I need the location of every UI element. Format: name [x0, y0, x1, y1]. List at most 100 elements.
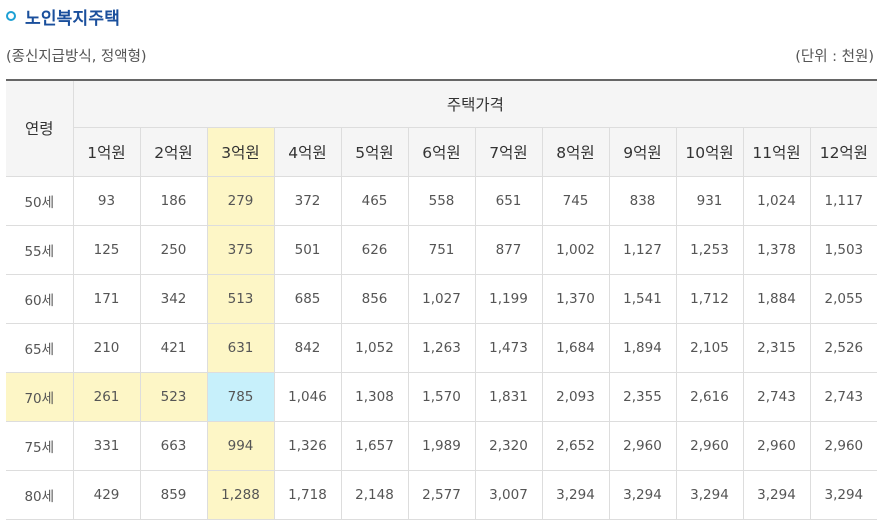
amount-cell: 1,027 — [407, 273, 476, 324]
amount-cell: 877 — [474, 224, 543, 275]
amount-cell: 342 — [139, 273, 208, 324]
circle-bullet-icon — [6, 11, 16, 21]
amount-cell: 1,884 — [742, 273, 811, 324]
amount-cell: 429 — [72, 469, 141, 520]
amount-cell: 372 — [273, 175, 342, 226]
amount-cell: 279 — [206, 175, 275, 226]
amount-cell: 2,105 — [675, 322, 744, 373]
amount-cell: 523 — [139, 371, 208, 422]
price-column-header: 1억원 — [73, 126, 141, 177]
amount-cell: 1,570 — [407, 371, 476, 422]
amount-cell: 1,718 — [273, 469, 342, 520]
amount-cell: 931 — [675, 175, 744, 226]
amount-cell: 1,989 — [407, 420, 476, 471]
amount-cell: 171 — [72, 273, 141, 324]
amount-cell: 1,894 — [608, 322, 677, 373]
amount-cell: 1,712 — [675, 273, 744, 324]
price-column-header: 4억원 — [273, 126, 342, 177]
amount-cell: 1,378 — [742, 224, 811, 275]
price-column-headers: 1억원 2억원 3억원 4억원 5억원 6억원 7억원 8억원 9억원 10억원 11억원 12억원 — [6, 126, 878, 177]
price-column-header: 2억원 — [139, 126, 208, 177]
amount-cell: 663 — [139, 420, 208, 471]
table-body: 50세 93 186 279 372 465 558 651 745 838 931 1,024 1,1… — [6, 175, 878, 520]
amount-cell: 1,503 — [809, 224, 878, 275]
amount-cell: 1,684 — [541, 322, 610, 373]
table-row: 75세 331 663 994 1,326 1,657 1,989 2,320 2,652 2,9… — [6, 420, 878, 471]
amount-cell: 1,253 — [675, 224, 744, 275]
age-cell: 55세 — [6, 224, 74, 275]
amount-cell: 1,657 — [340, 420, 409, 471]
amount-cell: 513 — [206, 273, 275, 324]
table-row: 55세 125 250 375 501 626 751 877 1,002 1,127 1,253 1… — [6, 224, 878, 275]
age-column-header: 연령 — [6, 80, 74, 177]
amount-cell: 1,052 — [340, 322, 409, 373]
amount-cell: 785 — [206, 371, 275, 422]
amount-cell: 3,294 — [541, 469, 610, 520]
price-column-header: 9억원 — [608, 126, 677, 177]
amount-cell: 558 — [407, 175, 476, 226]
amount-cell: 2,960 — [675, 420, 744, 471]
amount-cell: 2,577 — [407, 469, 476, 520]
amount-cell: 685 — [273, 273, 342, 324]
amount-cell: 2,960 — [809, 420, 878, 471]
amount-cell: 1,199 — [474, 273, 543, 324]
amount-cell: 626 — [340, 224, 409, 275]
amount-cell: 1,541 — [608, 273, 677, 324]
amount-cell: 2,743 — [809, 371, 878, 422]
amount-cell: 331 — [72, 420, 141, 471]
amount-cell: 1,370 — [541, 273, 610, 324]
amount-cell: 3,294 — [742, 469, 811, 520]
table-row: 50세 93 186 279 372 465 558 651 745 838 931 1,024 1,1… — [6, 175, 878, 226]
amount-cell: 2,743 — [742, 371, 811, 422]
price-column-header: 7억원 — [474, 126, 543, 177]
amount-cell: 745 — [541, 175, 610, 226]
amount-cell: 1,263 — [407, 322, 476, 373]
section-header: 노인복지주택 — [6, 4, 120, 29]
amount-cell: 2,652 — [541, 420, 610, 471]
pension-amount-table: 연령 주택가격 1억원 2억원 3억원 4억원 5억원 6억원 7억원 8억원 9억원 10억원 1… — [6, 79, 878, 520]
amount-cell: 375 — [206, 224, 275, 275]
amount-cell: 2,315 — [742, 322, 811, 373]
amount-cell: 261 — [72, 371, 141, 422]
age-cell: 70세 — [6, 371, 74, 422]
amount-cell: 3,007 — [474, 469, 543, 520]
table-row: 65세 210 421 631 842 1,052 1,263 1,473 1,684 1,894… — [6, 322, 878, 373]
age-cell: 80세 — [6, 469, 74, 520]
amount-cell: 838 — [608, 175, 677, 226]
amount-cell: 842 — [273, 322, 342, 373]
amount-cell: 1,288 — [206, 469, 275, 520]
amount-cell: 3,294 — [809, 469, 878, 520]
amount-cell: 1,117 — [809, 175, 878, 226]
price-column-header: 3억원 — [206, 126, 275, 177]
amount-cell: 856 — [340, 273, 409, 324]
amount-cell: 186 — [139, 175, 208, 226]
amount-cell: 1,024 — [742, 175, 811, 226]
amount-cell: 1,326 — [273, 420, 342, 471]
table-row: 80세 429 859 1,288 1,718 2,148 2,577 3,007 3,294 3… — [6, 469, 878, 520]
price-column-header: 11억원 — [742, 126, 811, 177]
table-row: 70세 261 523 785 1,046 1,308 1,570 1,831 2,093 2,3… — [6, 371, 878, 422]
house-price-header: 주택가격 — [72, 80, 878, 128]
amount-cell: 2,093 — [541, 371, 610, 422]
price-column-header: 10억원 — [675, 126, 744, 177]
amount-cell: 2,616 — [675, 371, 744, 422]
amount-cell: 1,002 — [541, 224, 610, 275]
amount-cell: 3,294 — [608, 469, 677, 520]
payment-method-subtitle: (종신지급방식, 정액형) — [6, 49, 147, 65]
amount-cell: 210 — [72, 322, 141, 373]
table-row: 60세 171 342 513 685 856 1,027 1,199 1,370 1,541 1,… — [6, 273, 878, 324]
amount-cell: 1,831 — [474, 371, 543, 422]
amount-cell: 2,320 — [474, 420, 543, 471]
amount-cell: 631 — [206, 322, 275, 373]
amount-cell: 501 — [273, 224, 342, 275]
amount-cell: 93 — [72, 175, 141, 226]
amount-cell: 2,526 — [809, 322, 878, 373]
age-cell: 50세 — [6, 175, 74, 226]
age-cell: 75세 — [6, 420, 74, 471]
amount-cell: 1,308 — [340, 371, 409, 422]
price-column-header: 5억원 — [340, 126, 409, 177]
amount-cell: 2,055 — [809, 273, 878, 324]
amount-cell: 751 — [407, 224, 476, 275]
age-cell: 65세 — [6, 322, 74, 373]
price-column-header: 12억원 — [809, 126, 878, 177]
